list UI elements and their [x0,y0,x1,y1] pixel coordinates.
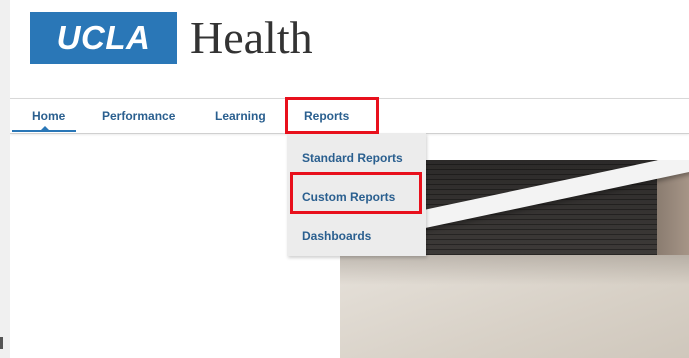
menu-item-dashboards[interactable]: Dashboards [287,221,426,251]
active-tab-caret-icon [40,126,50,131]
page-edge-mark [0,337,3,349]
main-nav: Home Performance Learning Reports [10,98,689,134]
nav-reports[interactable]: Reports [304,99,349,133]
menu-item-custom-reports[interactable]: Custom Reports [287,182,426,212]
nav-performance[interactable]: Performance [102,99,175,133]
reports-dropdown-menu: Standard Reports Custom Reports Dashboar… [287,133,426,256]
health-logo-text: Health [190,12,313,63]
menu-item-standard-reports[interactable]: Standard Reports [287,143,426,173]
nav-learning[interactable]: Learning [215,99,266,133]
hero-image-shadow [340,255,689,285]
ucla-logo[interactable]: UCLA [30,12,177,64]
ucla-health-portal: UCLA Health Home Performance Learning Re… [10,0,689,358]
